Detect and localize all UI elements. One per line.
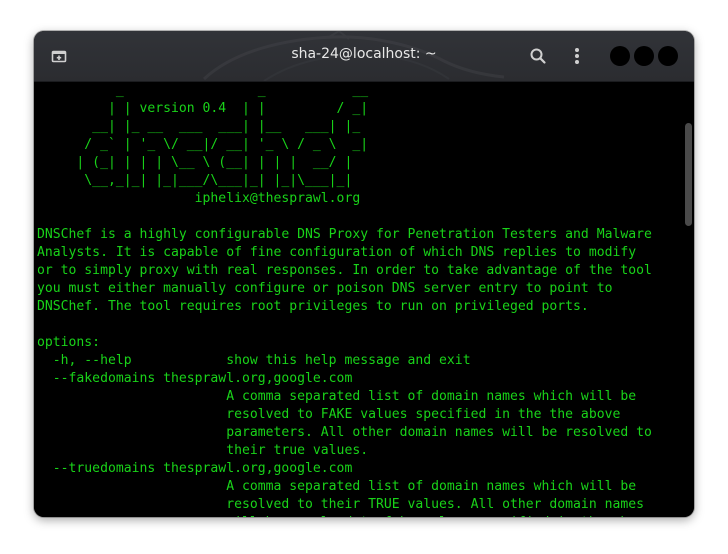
terminal-line: A comma separated list of domain names w…: [37, 389, 637, 404]
terminal-output[interactable]: _ _ __ | | version 0.4 | | / _| __| |_ _…: [37, 82, 652, 517]
terminal-line: options:: [37, 335, 101, 350]
search-button[interactable]: [529, 47, 547, 65]
terminal-line: resolved to their TRUE values. All other…: [37, 497, 644, 512]
maximize-button[interactable]: [634, 46, 654, 66]
terminal-line: --truedomains thesprawl.org,google.com: [37, 461, 353, 476]
window-title: sha-24@localhost: ~: [291, 46, 437, 62]
terminal-line: | | version 0.4 | | / _|: [37, 101, 369, 116]
terminal-line: A comma separated list of domain names w…: [37, 479, 637, 494]
vertical-dots-icon: [575, 48, 579, 64]
terminal-line: --fakedomains thesprawl.org,google.com: [37, 371, 353, 386]
title-bar[interactable]: sha-24@localhost: ~: [34, 31, 694, 82]
close-button[interactable]: [658, 46, 678, 66]
terminal-line: parameters. All other domain names will …: [37, 425, 652, 440]
terminal-line: -h, --help show this help message and ex…: [37, 353, 471, 368]
terminal-line: Analysts. It is capable of fine configur…: [37, 245, 637, 260]
terminal-line: or to simply proxy with real responses. …: [37, 263, 652, 278]
terminal-line: __| |_ __ ___ ___| |__ ___| |_: [37, 119, 361, 134]
terminal-line: / _` | '_ \/ __|/ __| '_ \ / _ \ _|: [37, 137, 369, 152]
menu-button[interactable]: [571, 45, 583, 67]
terminal-line: _ _ __: [37, 83, 369, 98]
terminal-window: sha-24@localhost: ~ _ _ __ | | version 0…: [34, 31, 694, 517]
terminal-line: | (_| | | | \__ \ (__| | | | __/ |: [37, 155, 353, 170]
terminal-line: DNSChef is a highly configurable DNS Pro…: [37, 227, 652, 242]
terminal-area[interactable]: _ _ __ | | version 0.4 | | / _| __| |_ _…: [34, 82, 694, 517]
terminal-line: their true values.: [37, 443, 369, 458]
minimize-button[interactable]: [610, 46, 630, 66]
scrollbar[interactable]: [680, 82, 694, 517]
search-icon: [530, 48, 546, 64]
terminal-line: resolved to FAKE values specified in the…: [37, 407, 621, 422]
terminal-line: iphelix@thesprawl.org: [37, 191, 361, 206]
new-tab-icon: [51, 50, 67, 63]
terminal-line: will be resolved to fake values specifie…: [37, 514, 652, 517]
new-tab-button[interactable]: [51, 48, 67, 64]
terminal-line: \__,_|_| |_|___/\___|_| |_|\___|_|: [37, 173, 353, 188]
terminal-line: DNSChef. The tool requires root privileg…: [37, 299, 589, 314]
terminal-line: you must either manually configure or po…: [37, 281, 613, 296]
scrollbar-thumb[interactable]: [685, 123, 692, 226]
